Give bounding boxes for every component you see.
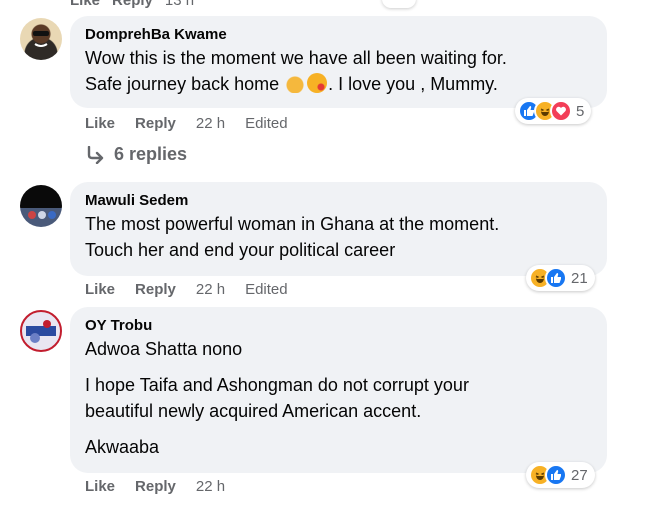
avatar[interactable] bbox=[20, 18, 62, 60]
like-button[interactable]: Like bbox=[85, 281, 115, 298]
avatar[interactable] bbox=[20, 185, 62, 227]
previous-comment-actions: Like Reply 13 h bbox=[70, 0, 194, 9]
avatar-image bbox=[28, 211, 56, 219]
folded-hands-emoji-icon bbox=[285, 73, 306, 93]
timestamp[interactable]: 22 h bbox=[196, 115, 225, 132]
comment-text-line: Akwaaba bbox=[85, 437, 160, 457]
reaction-summary[interactable] bbox=[382, 0, 416, 8]
avatar-image bbox=[26, 320, 56, 343]
reply-button[interactable]: Reply bbox=[112, 0, 153, 9]
reply-button[interactable]: Reply bbox=[135, 281, 176, 298]
reaction-summary[interactable]: 5 bbox=[515, 98, 592, 124]
comment-actions: Like Reply 22 h bbox=[85, 478, 245, 495]
like-reaction-icon bbox=[545, 267, 567, 289]
like-button[interactable]: Like bbox=[85, 115, 115, 132]
comment-bubble: DomprehBa Kwame Wow this is the moment w… bbox=[70, 16, 607, 108]
comment-text-line: Wow this is the moment we have all been … bbox=[85, 48, 507, 68]
like-button[interactable]: Like bbox=[85, 478, 115, 495]
timestamp[interactable]: 22 h bbox=[196, 478, 225, 495]
reaction-summary[interactable]: 21 bbox=[526, 265, 595, 291]
reply-arrow-icon bbox=[87, 145, 104, 164]
reaction-summary[interactable]: 27 bbox=[526, 462, 595, 488]
avatar-image bbox=[33, 31, 49, 47]
comment-text-line: Adwoa Shatta nono bbox=[85, 339, 243, 359]
view-replies-button[interactable]: 6 replies bbox=[86, 144, 187, 165]
like-reaction-icon bbox=[545, 464, 567, 486]
comment-author[interactable]: OY Trobu bbox=[85, 316, 593, 336]
comment-text-line: I hope Taifa and Ashongman do not corrup… bbox=[85, 375, 469, 395]
comment-text-fragment: . I love you , Mummy. bbox=[328, 74, 498, 94]
edited-label[interactable]: Edited bbox=[245, 281, 288, 298]
comment-text-line: Touch her and end your political career bbox=[85, 240, 396, 260]
reaction-count: 5 bbox=[576, 102, 585, 120]
love-reaction-icon bbox=[550, 100, 572, 122]
reaction-count: 27 bbox=[571, 466, 588, 484]
comment-bubble: OY Trobu Adwoa Shatta nono I hope Taifa … bbox=[70, 307, 607, 473]
comment-bubble: Mawuli Sedem The most powerful woman in … bbox=[70, 182, 607, 276]
reaction-count: 21 bbox=[571, 269, 588, 287]
replies-count: 6 replies bbox=[114, 144, 188, 164]
timestamp[interactable]: 13 h bbox=[165, 0, 194, 9]
timestamp[interactable]: 22 h bbox=[196, 281, 225, 298]
comment-actions: Like Reply 22 h Edited bbox=[85, 281, 308, 298]
comment-author[interactable]: DomprehBa Kwame bbox=[85, 25, 593, 45]
comment-text-line: beautiful newly acquired American accent… bbox=[85, 401, 422, 421]
avatar[interactable] bbox=[20, 310, 62, 352]
like-button[interactable]: Like bbox=[70, 0, 100, 9]
kissing-face-emoji-icon bbox=[307, 73, 328, 93]
reply-button[interactable]: Reply bbox=[135, 115, 176, 132]
comment-text-line: The most powerful woman in Ghana at the … bbox=[85, 214, 500, 234]
reply-button[interactable]: Reply bbox=[135, 478, 176, 495]
comment-text-line: Safe journey back home . I love you , Mu… bbox=[85, 71, 593, 97]
edited-label[interactable]: Edited bbox=[245, 115, 288, 132]
comment-author[interactable]: Mawuli Sedem bbox=[85, 191, 593, 211]
comment-text-fragment: Safe journey back home bbox=[85, 74, 280, 94]
comment-actions: Like Reply 22 h Edited bbox=[85, 115, 308, 132]
